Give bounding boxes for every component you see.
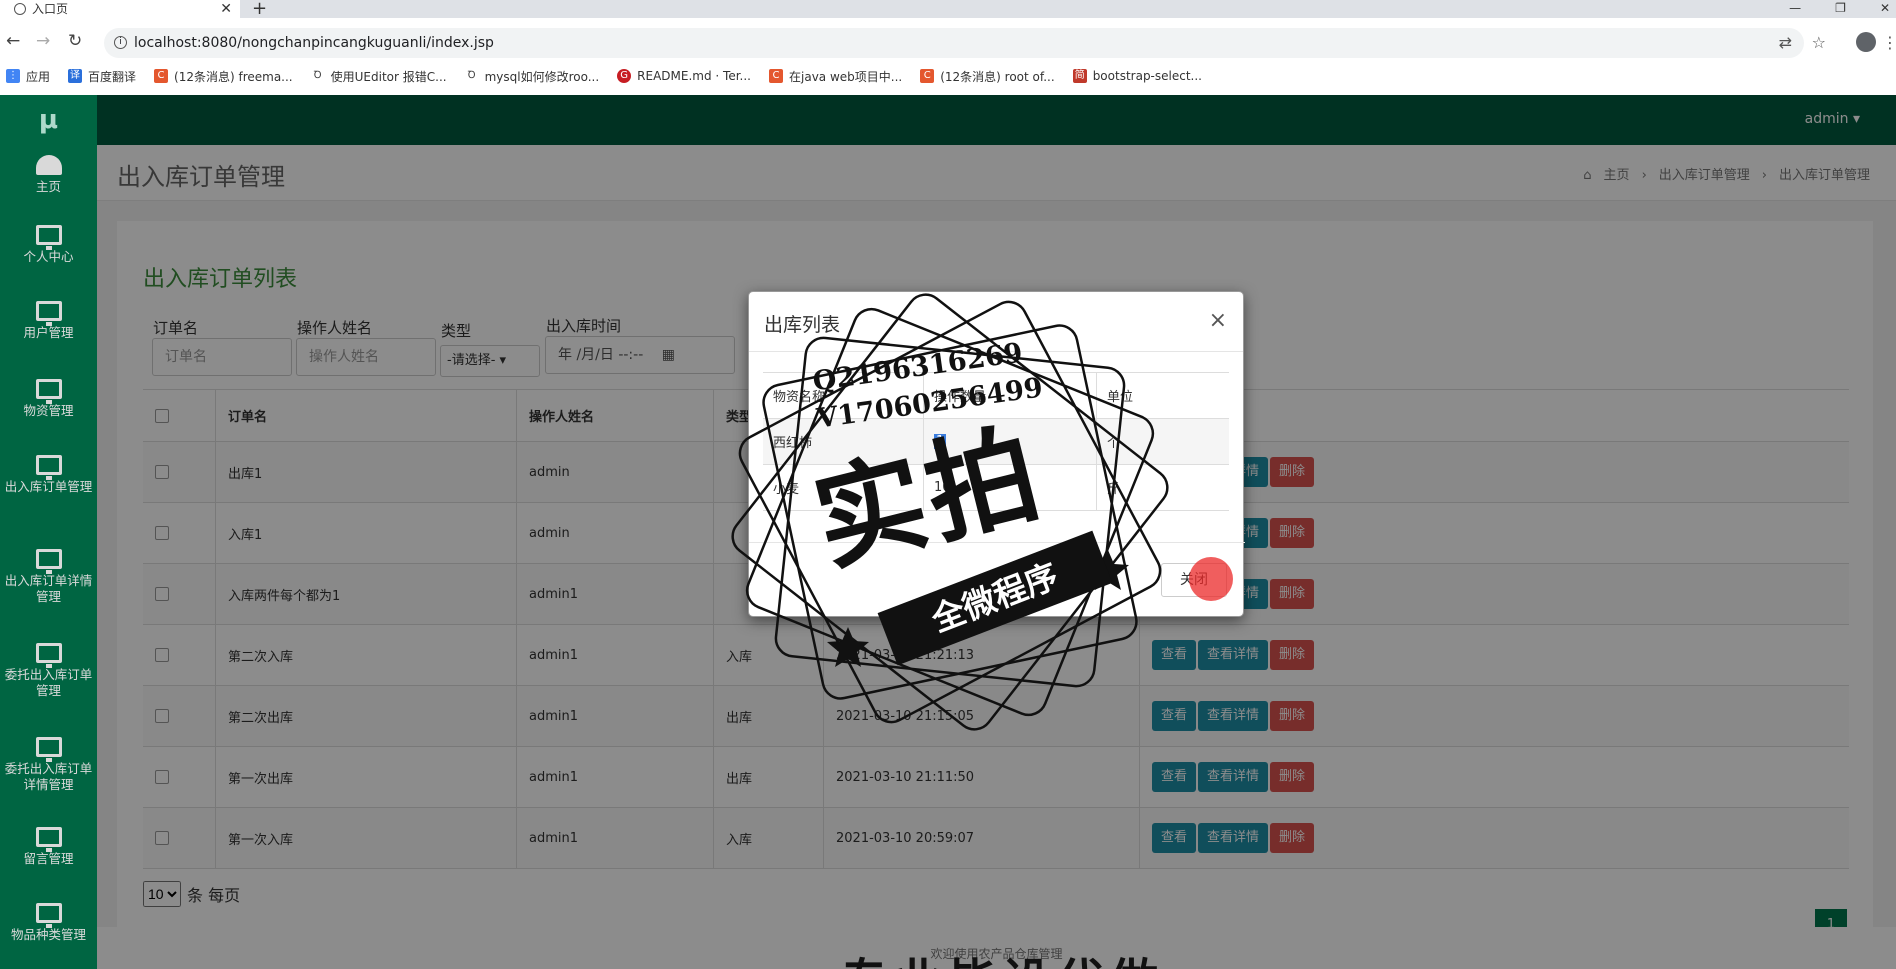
info-icon[interactable]: i [114,36,127,49]
csdn-icon: C [769,69,783,83]
bookmark-label: 应用 [26,69,51,84]
reload-icon[interactable]: ↻ [68,31,82,51]
bookmark-item[interactable]: Ꝺ 使用UEditor 报错C... [310,68,447,85]
bookmark-label: (12条消息) root of... [940,69,1055,84]
bookmark-item[interactable]: 译百度翻译 [68,68,136,85]
bookmark-item[interactable]: C 在java web项目中... [769,68,902,85]
modal-title: 出库列表 [764,314,841,336]
modal-backdrop-side[interactable] [0,95,97,969]
menu-dots-icon[interactable]: ⋮ [1882,33,1896,52]
minimize-icon[interactable]: — [1789,0,1801,16]
gitee-icon: G [617,69,632,83]
bookmark-label: bootstrap-select... [1092,69,1202,83]
baidu-translate-icon: 译 [68,69,83,83]
forward-icon[interactable]: → [36,31,50,51]
csdn-icon: C [920,69,935,83]
bookmark-site-icon: Ꝺ [310,69,325,83]
star-icon[interactable]: ☆ [1812,33,1826,52]
restore-icon[interactable]: ❐ [1835,0,1846,16]
url-text: localhost:8080/nongchanpincangkuguanli/i… [134,35,494,51]
column-header: 单位 [1096,373,1229,418]
globe-icon [14,3,26,15]
bookmark-label: README.md · Ter... [637,69,751,83]
bookmark-item[interactable]: 简 bootstrap-select... [1072,69,1202,83]
close-window-icon[interactable]: ✕ [1880,0,1890,16]
apps-grid-icon: ⋮ [6,69,20,83]
bookmark-item[interactable]: C (12条消息) root of... [920,68,1055,85]
bookmark-apps[interactable]: ⋮ 应用 [6,68,50,85]
jianshu-icon: 简 [1072,69,1087,83]
address-bar-row: ← → ↻ i localhost:8080/nongchanpincangku… [0,28,1896,58]
translate-icon[interactable]: ⇄ [1779,33,1792,52]
bookmark-label: 使用UEditor 报错C... [330,69,447,84]
window-controls: — ❐ ✕ [1789,0,1896,16]
click-indicator [1189,557,1233,601]
url-field[interactable]: i localhost:8080/nongchanpincangkuguanli… [104,28,1804,58]
unit-cell: 个 [1096,419,1229,464]
close-icon[interactable]: × [1209,308,1227,333]
bookmark-item[interactable]: C (12条消息) freema... [154,68,293,85]
watermark-bottom-text: 专业毕设代做 [840,942,1164,969]
bookmark-label: mysql如何修改roo... [484,69,600,84]
bookmark-item[interactable]: G README.md · Ter... [617,69,751,83]
csdn-icon: C [154,69,169,83]
back-icon[interactable]: ← [6,31,20,51]
browser-tab-bar: 入口页 ✕ + — ❐ ✕ [0,0,1896,19]
browser-tab[interactable]: 入口页 ✕ [0,0,240,18]
bookmark-item[interactable]: Ꝺmysql如何修改roo... [464,68,600,85]
close-tab-icon[interactable]: ✕ [220,0,232,18]
bookmark-label: (12条消息) freema... [174,69,293,84]
bookmarks-bar: ⋮ 应用 译百度翻译 C (12条消息) freema... Ꝺ 使用UEditor … [0,64,1896,88]
bookmark-label: 百度翻译 [88,69,137,84]
new-tab-icon[interactable]: + [252,0,267,19]
unit-cell: 斤 [1096,465,1229,510]
bookmark-site-icon: Ꝺ [464,69,479,83]
bookmark-label: 在java web项目中... [789,69,903,84]
tab-title: 入口页 [32,2,69,16]
profile-avatar[interactable] [1856,32,1876,52]
